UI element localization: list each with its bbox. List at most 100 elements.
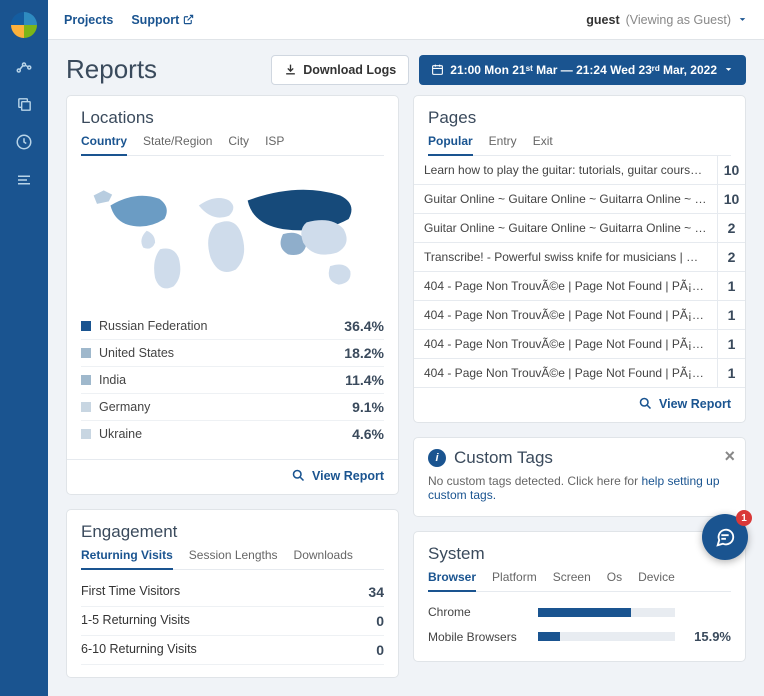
tab-country[interactable]: Country — [81, 134, 127, 156]
system-row: Mobile Browsers15.9% — [428, 624, 731, 649]
tab-isp[interactable]: ISP — [265, 134, 284, 155]
system-card: System Browser Platform Screen Os Device… — [413, 531, 746, 662]
tab-state-region[interactable]: State/Region — [143, 134, 212, 155]
color-swatch — [81, 375, 91, 385]
page-row-title: 404 - Page Non TrouvÃ©e | Page Not Found… — [414, 331, 717, 357]
download-icon — [284, 63, 297, 76]
engagement-value: 0 — [376, 613, 384, 629]
list-icon[interactable] — [14, 170, 34, 190]
location-pct: 11.4% — [345, 372, 384, 388]
topbar: Projects Support guest (Viewing as Guest… — [48, 0, 764, 40]
clock-icon[interactable] — [14, 132, 34, 152]
locations-card: Locations Country State/Region City ISP — [66, 95, 399, 495]
engagement-value: 0 — [376, 642, 384, 658]
info-icon: i — [428, 449, 446, 467]
location-row[interactable]: Ukraine4.6% — [81, 421, 384, 447]
user-role: (Viewing as Guest) — [626, 13, 731, 27]
locations-title: Locations — [81, 108, 384, 128]
custom-tags-body: No custom tags detected. Click here for — [428, 474, 641, 488]
page-row-title: Learn how to play the guitar: tutorials,… — [414, 157, 717, 183]
tab-os[interactable]: Os — [607, 570, 622, 591]
world-map[interactable] — [81, 170, 384, 300]
location-row[interactable]: Russian Federation36.4% — [81, 313, 384, 340]
page-row[interactable]: 404 - Page Non TrouvÃ©e | Page Not Found… — [414, 330, 745, 359]
engagement-title: Engagement — [81, 522, 384, 542]
copy-icon[interactable] — [14, 94, 34, 114]
tab-exit[interactable]: Exit — [533, 134, 553, 155]
page-row[interactable]: Guitar Online ~ Guitare Online ~ Guitarr… — [414, 214, 745, 243]
engagement-row: 6-10 Returning Visits0 — [81, 636, 384, 665]
page-row-title: 404 - Page Non TrouvÃ©e | Page Not Found… — [414, 302, 717, 328]
system-title: System — [428, 544, 731, 564]
location-row[interactable]: United States18.2% — [81, 340, 384, 367]
location-name: United States — [99, 346, 174, 360]
tab-platform[interactable]: Platform — [492, 570, 537, 591]
page-row[interactable]: Guitar Online ~ Guitare Online ~ Guitarr… — [414, 185, 745, 214]
engagement-card: Engagement Returning Visits Session Leng… — [66, 509, 399, 678]
pages-title: Pages — [428, 108, 731, 128]
magnifier-icon — [291, 468, 306, 483]
analytics-icon[interactable] — [14, 56, 34, 76]
user-menu[interactable]: guest (Viewing as Guest) — [586, 13, 748, 27]
system-label: Mobile Browsers — [428, 630, 528, 644]
tab-device[interactable]: Device — [638, 570, 675, 591]
page-row-title: Guitar Online ~ Guitare Online ~ Guitarr… — [414, 215, 717, 241]
engagement-label: First Time Visitors — [81, 584, 180, 600]
support-link[interactable]: Support — [131, 13, 194, 27]
tab-entry[interactable]: Entry — [489, 134, 517, 155]
system-label: Chrome — [428, 605, 528, 619]
page-row[interactable]: Learn how to play the guitar: tutorials,… — [414, 156, 745, 185]
tab-downloads[interactable]: Downloads — [294, 548, 353, 569]
page-title: Reports — [66, 54, 157, 85]
page-row-title: Guitar Online ~ Guitare Online ~ Guitarr… — [414, 186, 717, 212]
color-swatch — [81, 402, 91, 412]
tab-returning-visits[interactable]: Returning Visits — [81, 548, 173, 570]
location-row[interactable]: India 11.4% — [81, 367, 384, 394]
projects-link[interactable]: Projects — [64, 13, 113, 27]
location-pct: 9.1% — [352, 399, 384, 415]
page-row-count: 2 — [717, 243, 745, 271]
location-row[interactable]: Germany 9.1% — [81, 394, 384, 421]
page-row-title: 404 - Page Non TrouvÃ©e | Page Not Found… — [414, 273, 717, 299]
engagement-value: 34 — [368, 584, 384, 600]
location-name: India — [99, 373, 126, 387]
color-swatch — [81, 429, 91, 439]
page-row-count: 1 — [717, 301, 745, 329]
chevron-down-icon — [737, 14, 748, 25]
custom-tags-title: Custom Tags — [454, 448, 553, 468]
tab-screen[interactable]: Screen — [553, 570, 591, 591]
page-row-count: 1 — [717, 359, 745, 387]
location-name: Germany — [99, 400, 150, 414]
tab-city[interactable]: City — [228, 134, 249, 155]
location-name: Russian Federation — [99, 319, 207, 333]
locations-tabs: Country State/Region City ISP — [81, 134, 384, 156]
sidebar — [0, 0, 48, 696]
system-tabs: Browser Platform Screen Os Device — [428, 570, 731, 592]
page-row[interactable]: 404 - Page Non TrouvÃ©e | Page Not Found… — [414, 359, 745, 387]
chat-button[interactable]: 1 — [702, 514, 748, 560]
page-row-count: 10 — [717, 185, 745, 213]
page-row[interactable]: 404 - Page Non TrouvÃ©e | Page Not Found… — [414, 272, 745, 301]
tab-browser[interactable]: Browser — [428, 570, 476, 592]
pages-view-report[interactable]: View Report — [638, 396, 731, 411]
page-row[interactable]: 404 - Page Non TrouvÃ©e | Page Not Found… — [414, 301, 745, 330]
color-swatch — [81, 348, 91, 358]
locations-view-report[interactable]: View Report — [291, 468, 384, 483]
page-row[interactable]: Transcribe! - Powerful swiss knife for m… — [414, 243, 745, 272]
page-row-count: 10 — [717, 156, 745, 184]
custom-tags-card: × i Custom Tags No custom tags detected.… — [413, 437, 746, 517]
date-range-picker[interactable]: 21:00 Mon 21ˢᵗ Mar — 21:24 Wed 23ʳᵈ Mar,… — [419, 55, 746, 85]
page-row-title: Transcribe! - Powerful swiss knife for m… — [414, 244, 717, 270]
tab-session-lengths[interactable]: Session Lengths — [189, 548, 278, 569]
tab-popular[interactable]: Popular — [428, 134, 473, 156]
external-link-icon — [183, 14, 194, 25]
support-label: Support — [131, 13, 179, 27]
download-logs-button[interactable]: Download Logs — [271, 55, 409, 85]
download-label: Download Logs — [303, 63, 396, 77]
page-row-count: 1 — [717, 330, 745, 358]
color-swatch — [81, 321, 91, 331]
location-name: Ukraine — [99, 427, 142, 441]
page-row-count: 2 — [717, 214, 745, 242]
system-bar — [538, 632, 675, 641]
close-icon[interactable]: × — [724, 446, 735, 467]
